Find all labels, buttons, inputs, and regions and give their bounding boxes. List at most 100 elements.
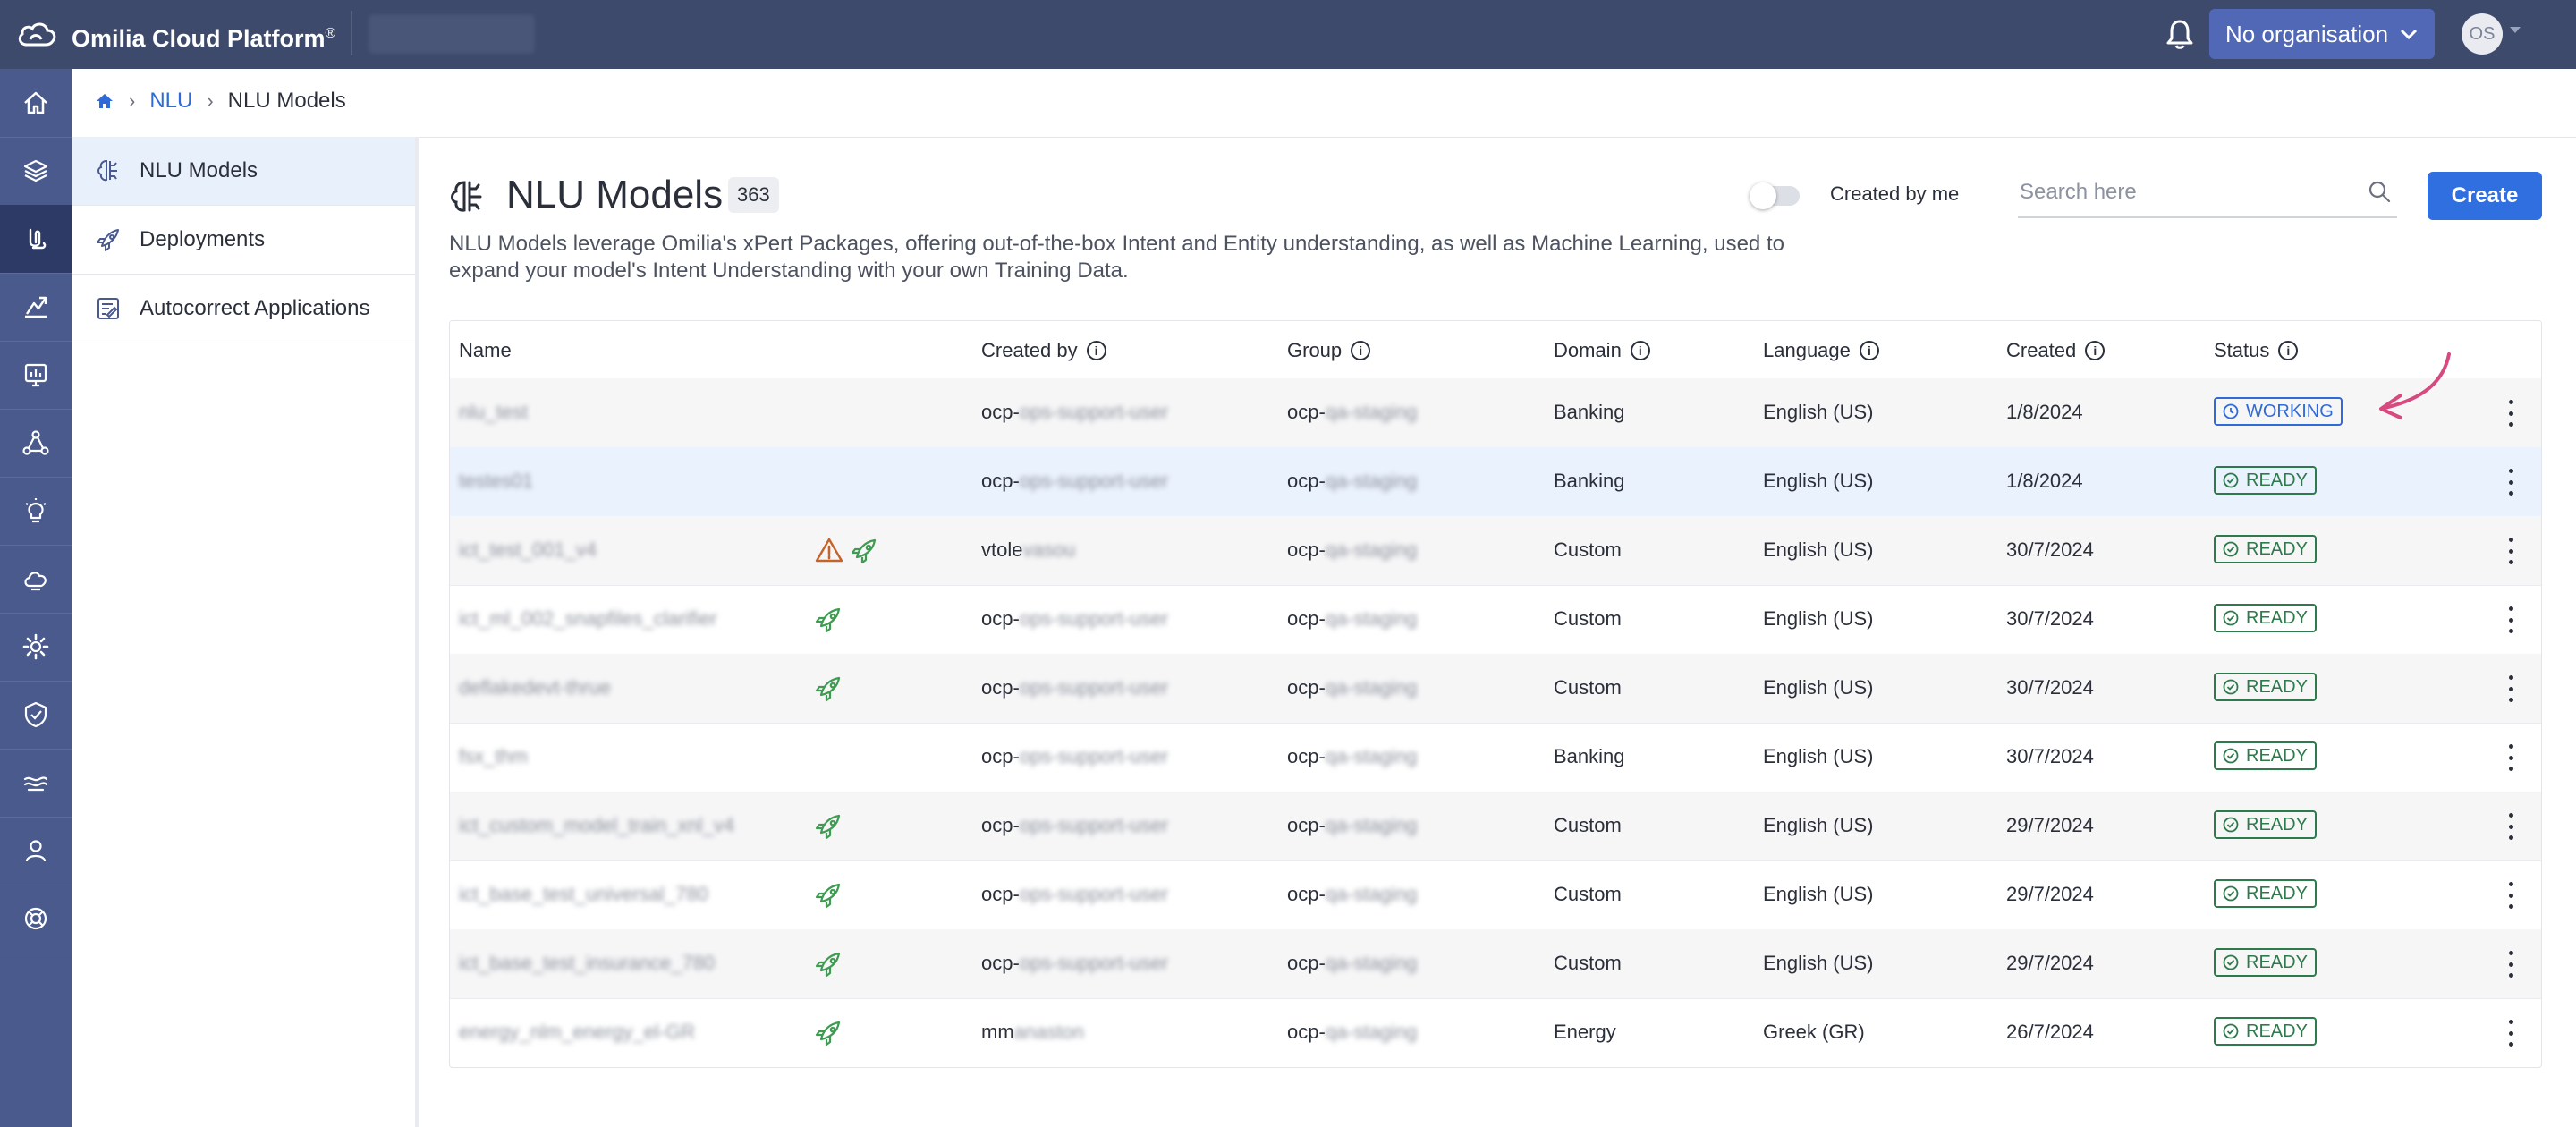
row-menu-icon[interactable] — [2507, 606, 2514, 633]
annotation-arrow-icon — [2379, 352, 2451, 419]
group: ocp-qa-staging — [1287, 1021, 1418, 1043]
status-badge: READY — [2214, 1017, 2317, 1046]
language: English (US) — [1763, 401, 1874, 423]
info-icon[interactable]: i — [2278, 341, 2299, 360]
model-name[interactable]: fsx_thm — [459, 745, 528, 768]
column-header-created[interactable]: Created i — [2006, 339, 2106, 362]
table-row[interactable]: testes01 ocp-ops-support-user ocp-qa-stagi… — [450, 447, 2541, 517]
rail-security[interactable] — [0, 681, 72, 750]
rocket-icon[interactable] — [815, 605, 843, 633]
created-by: vtolevasou — [981, 538, 1076, 561]
group: ocp-qa-staging — [1287, 401, 1418, 423]
rail-home[interactable] — [0, 69, 72, 138]
table-row[interactable]: ict_base_test_insurance_780 ocp-ops-suppo… — [450, 929, 2541, 999]
rocket-icon[interactable] — [851, 536, 879, 564]
rail-layers[interactable] — [0, 137, 72, 206]
created-by: ocp-ops-support-user — [981, 676, 1169, 699]
row-menu-icon[interactable] — [2507, 400, 2514, 427]
column-header-created-by[interactable]: Created by i — [981, 339, 1106, 362]
created-by: ocp-ops-support-user — [981, 470, 1169, 492]
model-name[interactable]: nlu_test — [459, 401, 528, 424]
rocket-icon[interactable] — [815, 949, 843, 978]
rail-support[interactable] — [0, 885, 72, 953]
clock-icon — [2223, 403, 2239, 419]
home-icon[interactable] — [95, 91, 114, 111]
brand-name[interactable]: Omilia Cloud Platform® — [72, 18, 335, 55]
table-row[interactable]: ict_base_test_universal_780 ocp-ops-suppo… — [450, 860, 2541, 930]
row-menu-icon[interactable] — [2507, 951, 2514, 978]
breadcrumb-nlu[interactable]: NLU — [149, 89, 192, 114]
table-row[interactable]: deflakedevt-thrue ocp-ops-support-user ocp… — [450, 654, 2541, 724]
column-header-domain[interactable]: Domain i — [1554, 339, 1650, 362]
breadcrumb: › NLU › NLU Models — [95, 89, 346, 114]
model-name[interactable]: ict_test_001_v4 — [459, 538, 597, 562]
organisation-dropdown[interactable]: No organisation — [2209, 9, 2435, 59]
row-menu-icon[interactable] — [2507, 813, 2514, 840]
table-row[interactable]: ict_custom_model_train_xnl_v4 ocp-ops-sup… — [450, 792, 2541, 861]
rail-cloud[interactable] — [0, 545, 72, 614]
rail-settings[interactable] — [0, 613, 72, 682]
row-menu-icon[interactable] — [2507, 744, 2514, 771]
rocket-icon[interactable] — [815, 880, 843, 909]
model-name[interactable]: ict_base_test_insurance_780 — [459, 952, 715, 975]
column-header-language[interactable]: Language i — [1763, 339, 1879, 362]
models-table: Name Created by i Group i Domain i Language… — [449, 320, 2542, 1068]
model-name[interactable]: deflakedevt-thrue — [459, 676, 611, 699]
create-button[interactable]: Create — [2428, 172, 2542, 220]
info-icon[interactable]: i — [2085, 341, 2106, 360]
avatar-caret-icon[interactable] — [2510, 27, 2521, 33]
row-menu-icon[interactable] — [2507, 882, 2514, 909]
bell-icon[interactable] — [2165, 18, 2195, 50]
info-icon[interactable]: i — [1351, 341, 1371, 360]
sidebar-item-autocorrect[interactable]: Autocorrect Applications — [72, 275, 415, 343]
table-row[interactable]: nlu_test ocp-ops-support-user ocp-qa-stagi… — [450, 378, 2541, 448]
rocket-icon[interactable] — [815, 1018, 843, 1046]
table-row[interactable]: ict_ml_002_snapfiles_clarifier ocp-ops-su… — [450, 585, 2541, 655]
row-menu-icon[interactable] — [2507, 469, 2514, 496]
info-icon[interactable]: i — [1086, 341, 1106, 360]
rail-network[interactable] — [0, 409, 72, 478]
created-date: 29/7/2024 — [2006, 952, 2094, 974]
model-name[interactable]: ict_base_test_universal_780 — [459, 883, 708, 906]
model-name[interactable]: testes01 — [459, 470, 533, 493]
row-menu-icon[interactable] — [2507, 1020, 2514, 1046]
avatar[interactable]: OS — [2462, 13, 2503, 55]
rocket-icon[interactable] — [815, 674, 843, 702]
check-circle-icon — [2223, 886, 2239, 902]
rail-nlu[interactable] — [0, 205, 72, 274]
rail-speech[interactable] — [0, 749, 72, 818]
column-header-group[interactable]: Group i — [1287, 339, 1371, 362]
sidebar-item-nlu-models[interactable]: NLU Models — [72, 137, 415, 206]
domain: Banking — [1554, 745, 1625, 767]
info-icon[interactable]: i — [1630, 341, 1650, 360]
table-row[interactable]: ict_test_001_v4 vtolevasou ocp-qa-staging C… — [450, 516, 2541, 586]
domain: Custom — [1554, 538, 1622, 561]
cloud-logo-icon[interactable] — [16, 20, 57, 48]
row-menu-icon[interactable] — [2507, 538, 2514, 564]
top-bar: Omilia Cloud Platform® No organisation O… — [0, 0, 2576, 69]
rail-reports[interactable] — [0, 341, 72, 410]
column-header-status[interactable]: Status i — [2214, 339, 2299, 362]
rocket-icon[interactable] — [815, 811, 843, 840]
warning-icon[interactable] — [815, 537, 843, 564]
row-menu-icon[interactable] — [2507, 675, 2514, 702]
status-label: READY — [2246, 952, 2308, 972]
sidebar-item-label: Deployments — [140, 227, 266, 251]
model-name[interactable]: energy_nlm_energy_el-GR — [459, 1021, 695, 1044]
table-row[interactable]: energy_nlm_energy_el-GR mmanaston ocp-qa-s… — [450, 998, 2541, 1067]
info-icon[interactable]: i — [1859, 341, 1879, 360]
rail-ideas[interactable] — [0, 477, 72, 546]
model-count-badge: 363 — [728, 177, 779, 213]
sidebar-item-deployments[interactable]: Deployments — [72, 206, 415, 275]
language: English (US) — [1763, 470, 1874, 492]
search-input[interactable] — [2018, 175, 2343, 209]
model-name[interactable]: ict_ml_002_snapfiles_clarifier — [459, 607, 717, 631]
table-row[interactable]: fsx_thm ocp-ops-support-user ocp-qa-stagin… — [450, 723, 2541, 792]
rail-user[interactable] — [0, 817, 72, 886]
column-header-name[interactable]: Name — [459, 339, 512, 362]
model-name[interactable]: ict_custom_model_train_xnl_v4 — [459, 814, 734, 837]
column-label: Group — [1287, 339, 1343, 361]
created-by-me-toggle[interactable] — [1750, 182, 1800, 209]
search-icon[interactable] — [2367, 179, 2392, 204]
rail-analytics[interactable] — [0, 273, 72, 342]
